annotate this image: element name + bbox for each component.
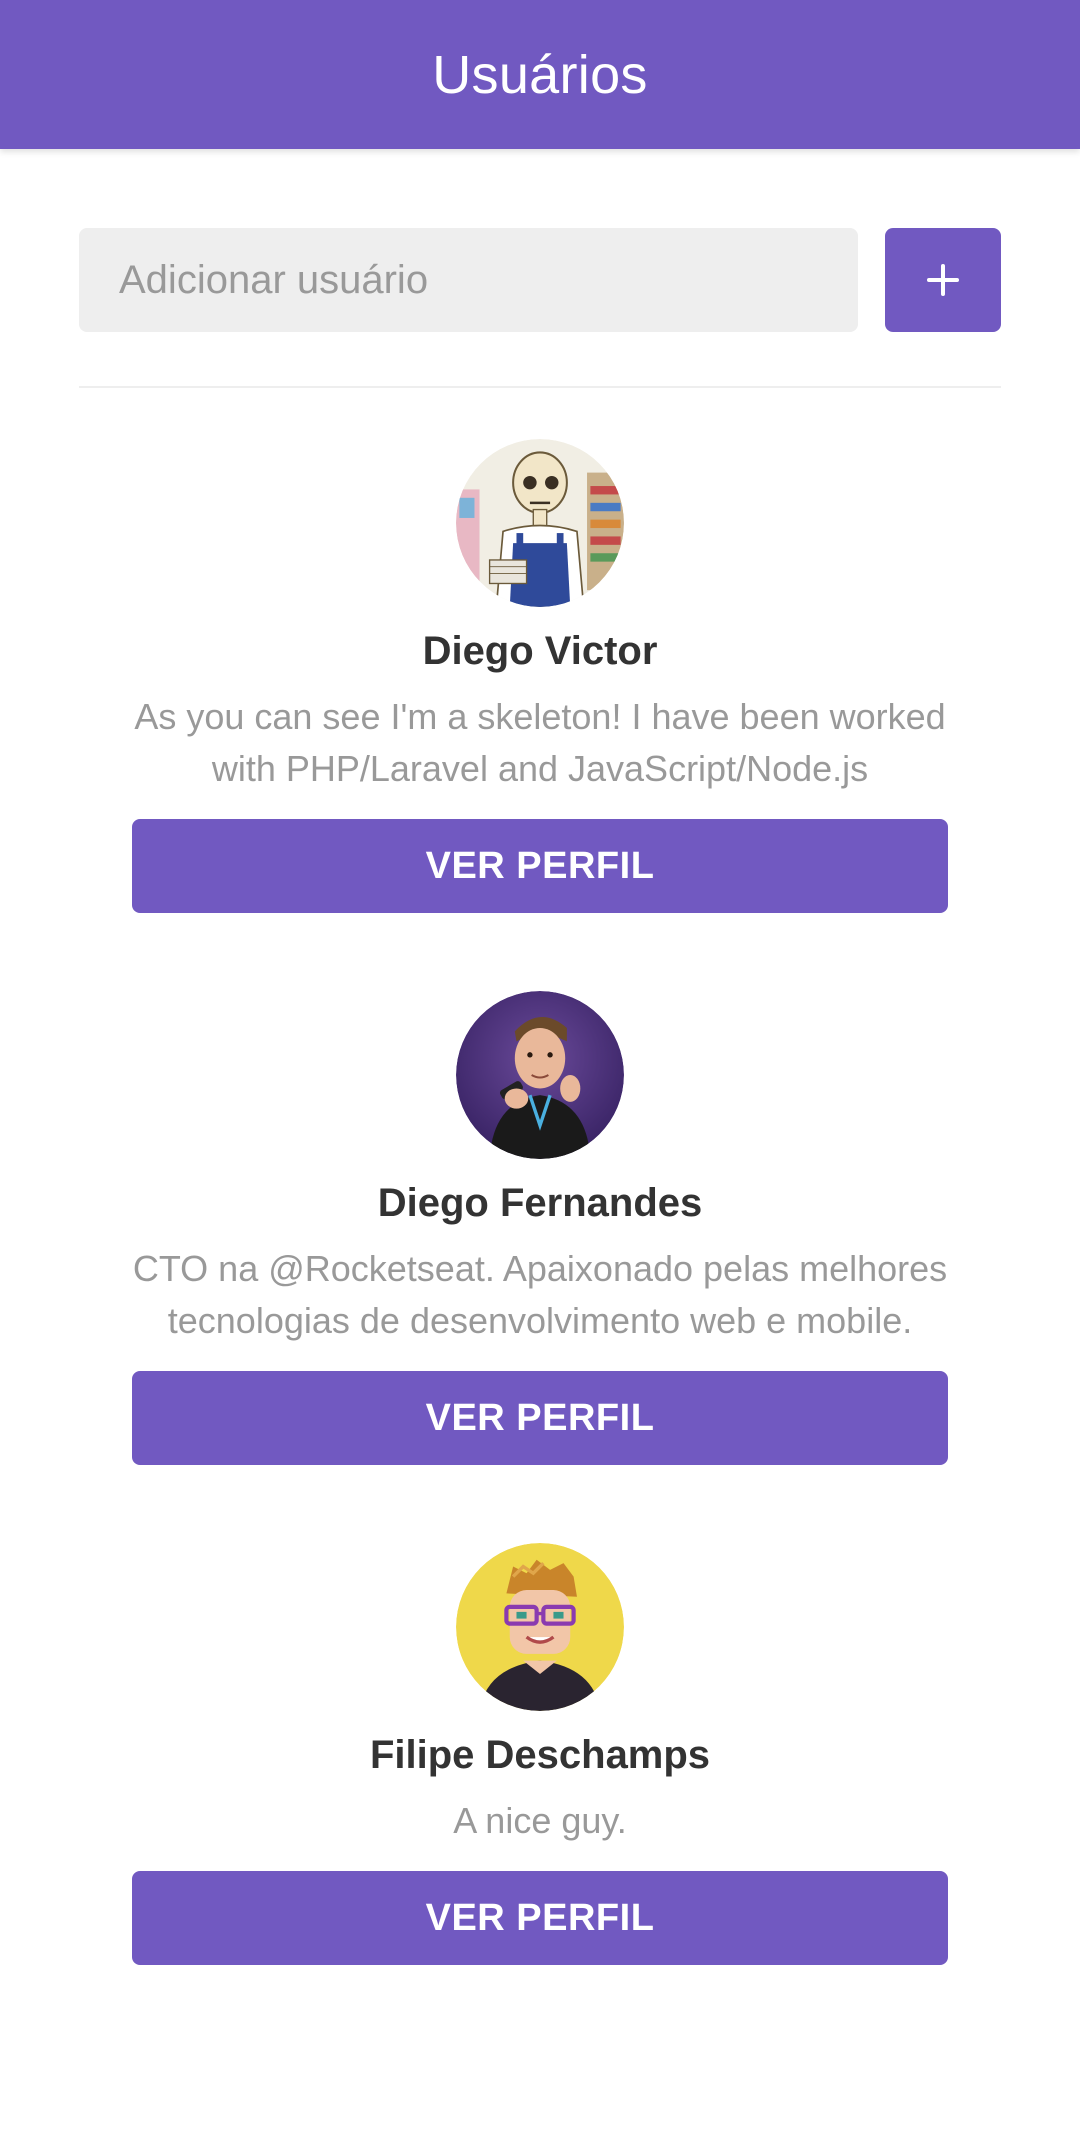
- add-user-button[interactable]: [885, 228, 1001, 332]
- divider: [79, 386, 1001, 388]
- user-card: Filipe Deschamps A nice guy. VER PERFIL: [132, 1543, 948, 1965]
- add-user-form: [79, 228, 1001, 332]
- view-profile-button[interactable]: VER PERFIL: [132, 819, 948, 913]
- page-title: Usuários: [432, 44, 648, 105]
- avatar: [456, 439, 624, 607]
- user-name: Diego Fernandes: [377, 1181, 703, 1225]
- user-bio: CTO na @Rocketseat. Apaixonado pelas mel…: [132, 1248, 948, 1341]
- plus-icon: [927, 264, 959, 296]
- view-profile-label: VER PERFIL: [425, 1896, 655, 1939]
- user-list: Diego Victor As you can see I'm a skelet…: [79, 439, 1001, 1965]
- user-bio: A nice guy.: [453, 1800, 627, 1841]
- user-card: Diego Victor As you can see I'm a skelet…: [132, 439, 948, 913]
- main-content: Diego Victor As you can see I'm a skelet…: [0, 228, 1080, 1965]
- avatar: [456, 991, 624, 1159]
- app-header: Usuários: [0, 0, 1080, 149]
- view-profile-label: VER PERFIL: [425, 1396, 655, 1439]
- avatar: [456, 1543, 624, 1711]
- user-name: Diego Victor: [422, 629, 658, 673]
- user-name: Filipe Deschamps: [369, 1733, 711, 1777]
- view-profile-button[interactable]: VER PERFIL: [132, 1371, 948, 1465]
- add-user-input[interactable]: [79, 228, 858, 332]
- user-card: Diego Fernandes CTO na @Rocketseat. Apai…: [132, 991, 948, 1465]
- view-profile-button[interactable]: VER PERFIL: [132, 1871, 948, 1965]
- view-profile-label: VER PERFIL: [425, 844, 655, 887]
- user-bio: As you can see I'm a skeleton! I have be…: [134, 696, 946, 789]
